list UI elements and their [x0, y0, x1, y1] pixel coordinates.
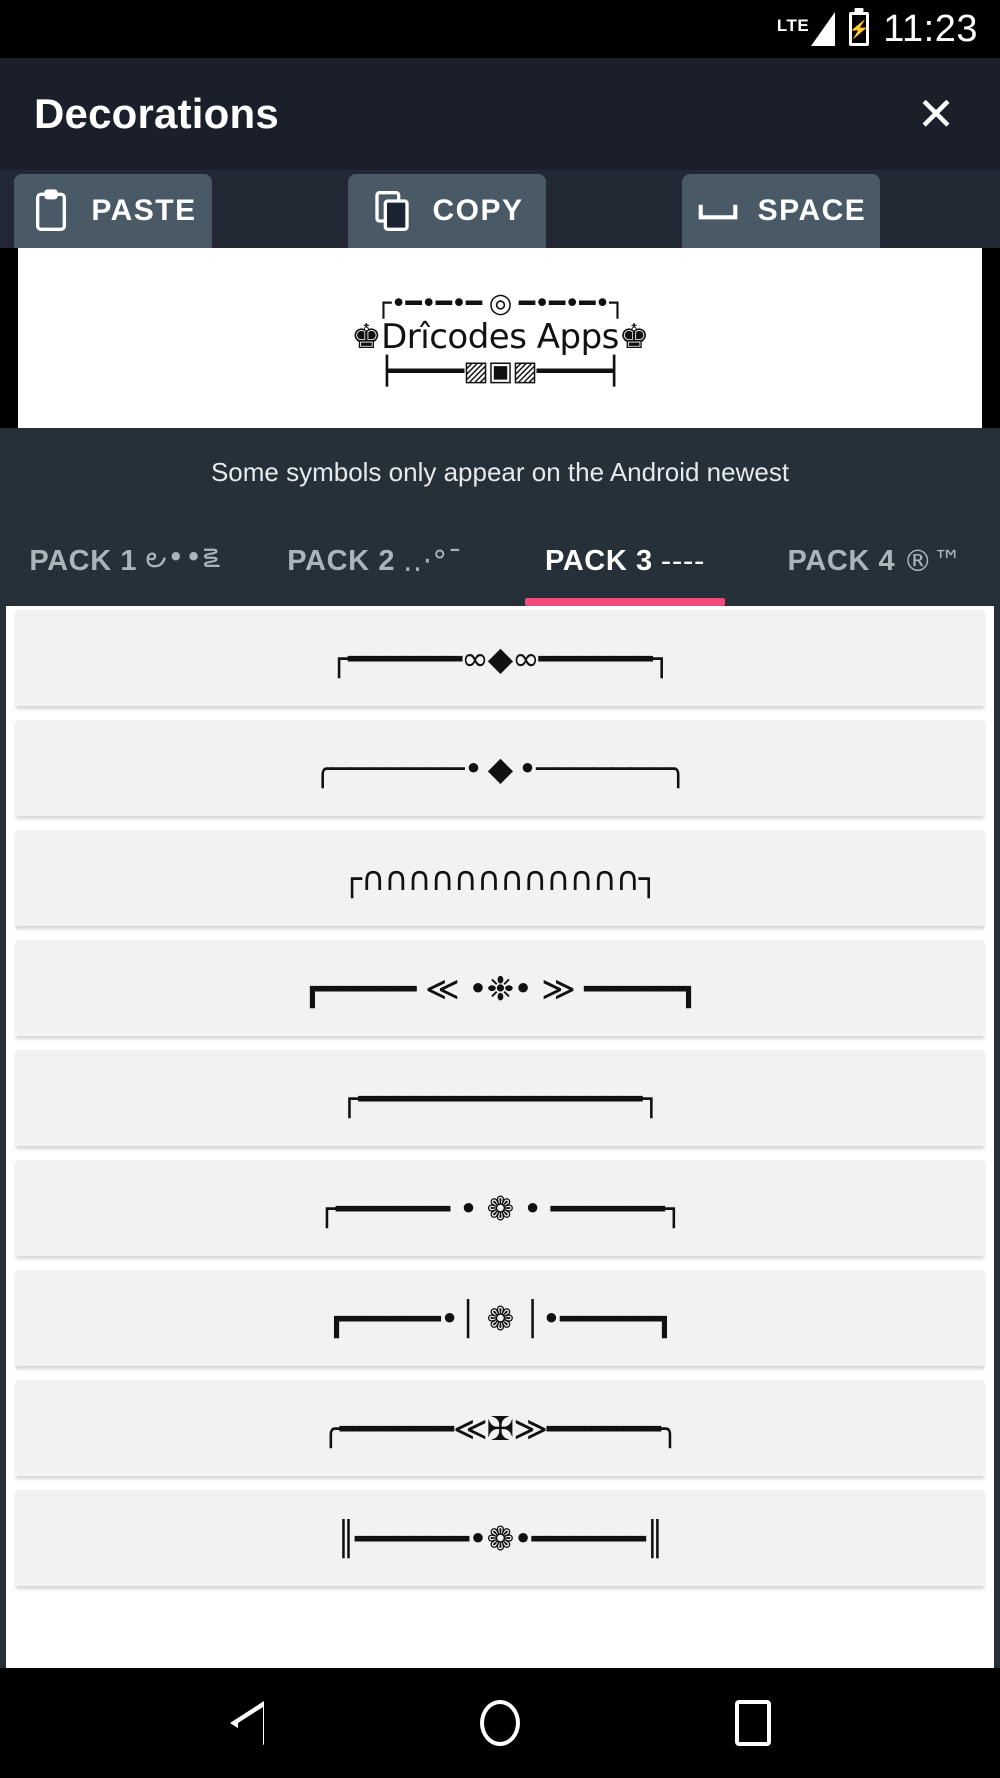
page-title: Decorations [34, 90, 279, 137]
decoration-text: ┌━━━━━━∞◆∞━━━━━━┐ [329, 638, 672, 678]
tab-pack-4-symbols: ®™ [903, 544, 963, 578]
recents-glyph [735, 1700, 772, 1746]
paste-button[interactable]: PASTE [14, 174, 212, 248]
status-bar: LTE ⚡ 11:23 [0, 0, 1000, 58]
decoration-text: ┌━━━━━━ • ❁ • ━━━━━━┐ [317, 1188, 684, 1228]
decoration-text: ║━━━━━━•❁•━━━━━━║ [336, 1518, 665, 1558]
list-item[interactable]: ┌━━━━━━∞◆∞━━━━━━┐ [16, 610, 984, 706]
copy-button[interactable]: COPY [348, 174, 546, 248]
hint-container: Some symbols only appear on the Android … [0, 428, 1000, 516]
preview-line-bottom: ▕━━━━━▨▣▨━━━━━▏ [367, 355, 634, 387]
list-item[interactable]: ║━━━━━━•❁•━━━━━━║ [16, 1490, 984, 1586]
list-item[interactable]: ╭━━━━━━≪✠≫━━━━━━╮ [16, 1380, 984, 1476]
home-glyph [479, 1700, 520, 1746]
back-glyph-inner [237, 1707, 263, 1756]
back-triangle-icon[interactable] [212, 1688, 282, 1758]
signal-triangle [811, 12, 836, 46]
copy-button-label: COPY [432, 194, 524, 227]
tab-pack-4[interactable]: PACK 4 ®™ [750, 516, 1000, 606]
tab-pack-2[interactable]: PACK 2 ..·°¯ [250, 516, 500, 606]
battery-charging-icon: ⚡ [848, 12, 870, 46]
tab-pack-1-label: PACK 1 [29, 544, 138, 577]
charging-bolt-glyph: ⚡ [848, 19, 870, 39]
app-bar: Decorations ✕ [0, 58, 1000, 170]
list-item[interactable]: ┏━━━━━•│ ❁ │•━━━━━┓ [16, 1270, 984, 1366]
decoration-text: ╭───────• ◆ •───────╮ [312, 748, 688, 788]
tab-pack-3-symbols: ---- [660, 544, 706, 578]
home-circle-icon[interactable] [465, 1688, 535, 1758]
tab-pack-1[interactable]: PACK 1 ౿••౾ [0, 516, 250, 606]
space-bar-icon [696, 189, 740, 233]
copy-pages-icon [370, 189, 414, 233]
list-item[interactable]: ┏━━━━━ ≪ •❉• ≫ ━━━━━┓ [16, 940, 984, 1036]
pack-tab-bar: PACK 1 ౿••౾ PACK 2 ..·°¯ PACK 3 ---- PAC… [0, 516, 1000, 606]
list-item[interactable]: ┌∩∩∩∩∩∩∩∩∩∩∩∩┐ [16, 830, 984, 926]
paste-button-label: PASTE [91, 194, 197, 227]
tab-pack-3[interactable]: PACK 3 ---- [500, 516, 750, 606]
hint-text: Some symbols only appear on the Android … [210, 456, 790, 487]
tab-pack-3-label: PACK 3 [544, 544, 653, 577]
back-glyph [229, 1701, 264, 1756]
network-type-label: LTE [776, 16, 810, 35]
decoration-text: ┌━━━━━━━━━━━━━━━┐ [339, 1078, 662, 1118]
decoration-text: ╭━━━━━━≪✠≫━━━━━━╮ [321, 1408, 680, 1448]
tab-pack-2-symbols: ..·°¯ [403, 544, 463, 578]
tab-pack-2-label: PACK 2 [287, 544, 396, 577]
system-navigation-bar [0, 1668, 1000, 1778]
tab-indicator [525, 598, 725, 606]
tab-pack-1-symbols: ౿••౾ [145, 540, 221, 574]
recents-square-icon[interactable] [718, 1688, 788, 1758]
decoration-list[interactable]: ┌━━━━━━∞◆∞━━━━━━┐ ╭───────• ◆ •───────╮ … [0, 606, 1000, 1668]
signal-bars-icon: LTE [776, 12, 836, 46]
clipboard-paste-icon [29, 189, 73, 233]
tab-pack-4-label: PACK 4 [787, 544, 896, 577]
decoration-list-inner: ┌━━━━━━∞◆∞━━━━━━┐ ╭───────• ◆ •───────╮ … [6, 606, 994, 1586]
decoration-preview[interactable]: ┌•━•━•━ ◎ ━•━•━•┐ ♚Drîcodes Apps♚ ▕━━━━━… [18, 248, 982, 428]
status-clock: 11:23 [883, 7, 978, 50]
preview-line-middle: ♚Drîcodes Apps♚ [351, 317, 649, 358]
list-item[interactable]: ┌━━━━━━━━━━━━━━━┐ [16, 1050, 984, 1146]
space-button-label: SPACE [757, 194, 867, 227]
list-item[interactable]: ╭───────• ◆ •───────╮ [16, 720, 984, 816]
preview-line-top: ┌•━•━•━ ◎ ━•━•━•┐ [375, 287, 625, 319]
decoration-text: ┏━━━━━ ≪ •❉• ≫ ━━━━━┓ [302, 968, 698, 1008]
list-item[interactable]: ┌━━━━━━ • ❁ • ━━━━━━┐ [16, 1160, 984, 1256]
app-root: LTE ⚡ 11:23 Decorations ✕ PASTE COPY SPA… [0, 0, 1000, 1778]
space-button[interactable]: SPACE [682, 174, 880, 248]
action-toolbar: PASTE COPY SPACE [0, 170, 1000, 248]
decoration-text: ┏━━━━━•│ ❁ │•━━━━━┓ [326, 1298, 675, 1338]
close-icon[interactable]: ✕ [906, 84, 966, 144]
decoration-text: ┌∩∩∩∩∩∩∩∩∩∩∩∩┐ [342, 858, 659, 898]
